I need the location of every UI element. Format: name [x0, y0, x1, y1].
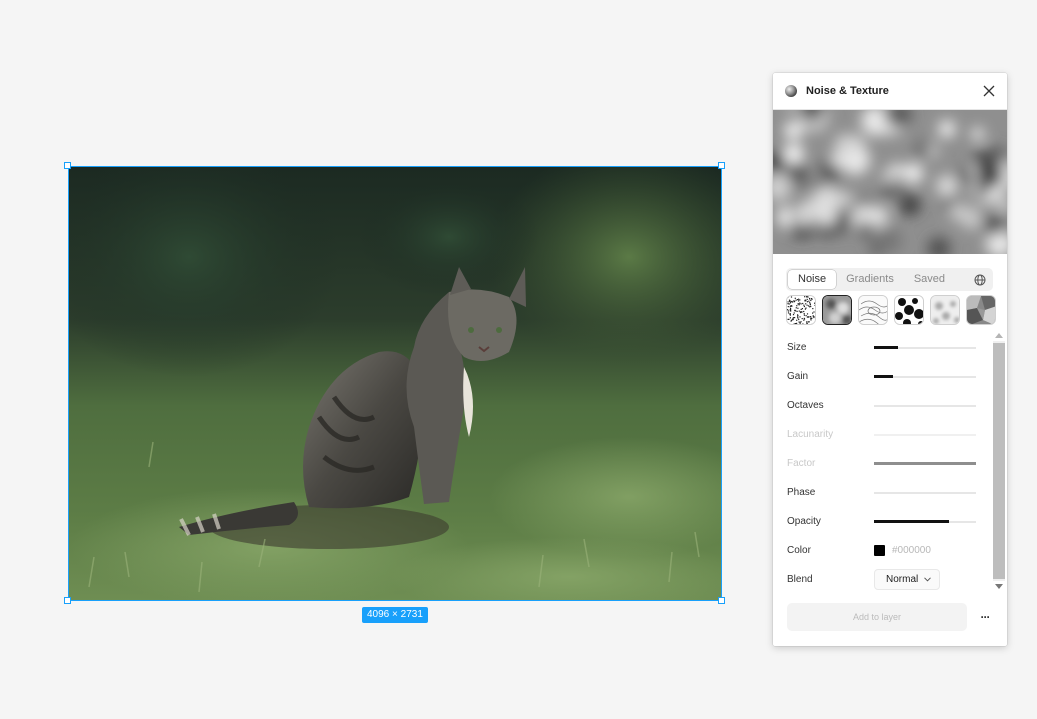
- preset-static[interactable]: [786, 295, 816, 325]
- noise-controls: Size Gain Octaves Lacunarity Factor Phas…: [787, 333, 977, 594]
- size-label: Size: [787, 342, 807, 353]
- tab-saved[interactable]: Saved: [904, 270, 955, 289]
- preset-blur[interactable]: [822, 295, 852, 325]
- gain-row: Gain: [787, 362, 977, 391]
- color-swatch[interactable]: [874, 545, 885, 556]
- chevron-down-icon: [924, 577, 932, 582]
- tab-community[interactable]: [969, 270, 991, 289]
- lacunarity-slider: [874, 433, 976, 436]
- controls-scrollbar[interactable]: [991, 329, 1005, 594]
- octaves-label: Octaves: [787, 400, 824, 411]
- octaves-row: Octaves: [787, 391, 977, 420]
- octaves-slider[interactable]: [874, 404, 976, 407]
- globe-icon: [974, 274, 986, 285]
- preset-contour[interactable]: [858, 295, 888, 325]
- opacity-label: Opacity: [787, 516, 821, 527]
- gain-label: Gain: [787, 371, 809, 382]
- panel-title: Noise & Texture: [806, 85, 889, 97]
- blend-mode-select[interactable]: Normal: [874, 569, 941, 590]
- factor-row: Factor: [787, 449, 977, 478]
- panel-footer: Add to layer ···: [787, 603, 993, 631]
- blend-row: Blend Normal: [787, 565, 977, 594]
- blend-label: Blend: [787, 574, 813, 585]
- preset-cells[interactable]: [966, 295, 996, 325]
- factor-slider: [874, 462, 976, 465]
- panel-header: Noise & Texture: [773, 73, 1007, 110]
- resize-handle-top-left[interactable]: [64, 162, 71, 169]
- add-to-layer-button[interactable]: Add to layer: [787, 603, 967, 631]
- more-options-icon[interactable]: ···: [977, 609, 993, 625]
- preset-list: [786, 295, 996, 325]
- preset-blobs[interactable]: [894, 295, 924, 325]
- lacunarity-label: Lacunarity: [787, 429, 834, 440]
- close-button[interactable]: [981, 83, 997, 99]
- preset-marble[interactable]: [930, 295, 960, 325]
- noise-texture-panel: Noise & Texture Noise Gradients Saved Si…: [773, 73, 1007, 646]
- noise-preview: [773, 110, 1007, 254]
- phase-slider[interactable]: [874, 491, 976, 494]
- scroll-down-arrow-icon[interactable]: [995, 584, 1003, 589]
- tab-noise[interactable]: Noise: [788, 270, 837, 289]
- selected-image-frame[interactable]: [68, 166, 722, 601]
- resize-handle-bottom-left[interactable]: [64, 597, 71, 604]
- resize-handle-top-right[interactable]: [718, 162, 725, 169]
- color-hex-input[interactable]: #000000: [892, 545, 931, 556]
- size-row: Size: [787, 333, 977, 362]
- scroll-up-arrow-icon[interactable]: [995, 333, 1003, 338]
- color-label: Color: [787, 545, 811, 556]
- resize-handle-bottom-right[interactable]: [718, 597, 725, 604]
- color-row: Color #000000: [787, 536, 977, 565]
- opacity-row: Opacity: [787, 507, 977, 536]
- tab-gradients[interactable]: Gradients: [836, 270, 904, 289]
- lacunarity-row: Lacunarity: [787, 420, 977, 449]
- factor-label: Factor: [787, 458, 816, 469]
- plugin-globe-icon: [785, 85, 797, 97]
- cat-photo: [69, 167, 721, 600]
- phase-row: Phase: [787, 478, 977, 507]
- phase-label: Phase: [787, 487, 816, 498]
- gain-slider[interactable]: [874, 375, 976, 378]
- size-slider[interactable]: [874, 346, 976, 349]
- scroll-thumb[interactable]: [993, 343, 1005, 579]
- tab-bar: Noise Gradients Saved: [786, 268, 993, 291]
- opacity-slider[interactable]: [874, 520, 976, 523]
- blend-mode-value: Normal: [886, 574, 919, 585]
- dimensions-badge: 4096 × 2731: [362, 607, 428, 623]
- close-icon: [983, 85, 995, 97]
